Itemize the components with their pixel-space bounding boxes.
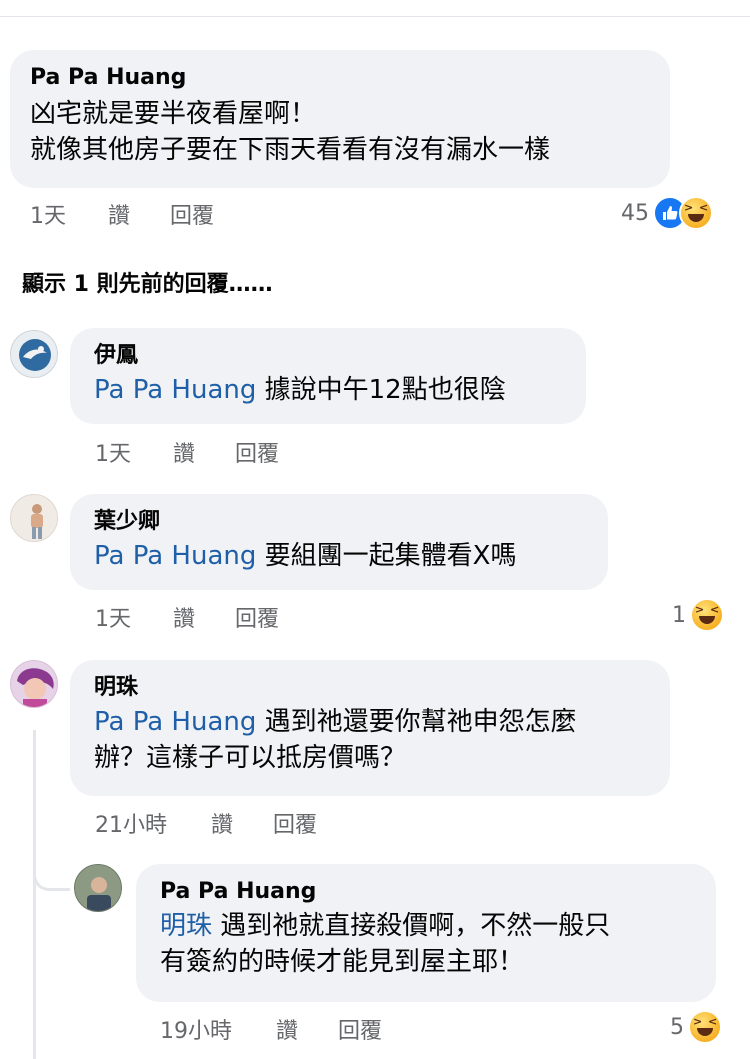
avatar[interactable] (10, 330, 58, 378)
thread-branch-line (33, 860, 70, 891)
reply-text-line-2: 有簽約的時候才能見到屋主耶！ (160, 947, 525, 977)
reply-button[interactable]: 回覆 (170, 198, 214, 230)
reply-bubble: 伊鳳 Pa Pa Huang 據說中午12點也很陰 (70, 328, 586, 424)
reply-text-line-1: 明珠 遇到祂就直接殺價啊，不然一般只 (160, 908, 692, 944)
reply-text-line-2: 辦？這樣子可以抵房價嗎？ (94, 743, 407, 773)
like-button[interactable]: 讚 (173, 436, 235, 468)
reaction-count: 45 (621, 200, 649, 226)
haha-reaction-icon (690, 598, 724, 632)
reaction-summary[interactable]: 5 (670, 1010, 722, 1044)
reply-text-line-1: Pa Pa Huang 遇到祂還要你幫祂申怨怎麼 (94, 704, 646, 740)
avatar[interactable] (10, 660, 58, 708)
comment-text-line-2: 就像其他房子要在下雨天看看有沒有漏水一樣 (30, 135, 551, 165)
haha-reaction-icon (688, 1010, 722, 1044)
reply-text: Pa Pa Huang 據說中午12點也很陰 (94, 372, 562, 408)
like-button[interactable]: 讚 (211, 807, 273, 839)
avatar[interactable] (10, 494, 58, 542)
reply-button[interactable]: 回覆 (235, 601, 279, 633)
reply-actions: 21小時 讚 回覆 (95, 807, 317, 839)
reply-body: 遇到祂還要你幫祂申怨怎麼 (256, 707, 577, 737)
reaction-summary[interactable]: 1 (672, 598, 724, 632)
avatar[interactable] (74, 864, 122, 912)
top-divider (0, 16, 750, 17)
reply-bubble: 葉少卿 Pa Pa Huang 要組團一起集體看X嗎 (70, 494, 608, 590)
reply-bubble: 明珠 Pa Pa Huang 遇到祂還要你幫祂申怨怎麼 辦？這樣子可以抵房價嗎？ (70, 660, 670, 796)
haha-reaction-icon (679, 196, 713, 230)
show-previous-replies-link[interactable]: 顯示 1 則先前的回覆…… (22, 266, 273, 298)
reaction-count: 5 (670, 1014, 684, 1040)
reply-button[interactable]: 回覆 (235, 436, 279, 468)
reply-timestamp[interactable]: 19小時 (160, 1013, 276, 1045)
mention-link[interactable]: Pa Pa Huang (94, 541, 256, 571)
reply-actions: 1天 讚 回覆 (95, 436, 279, 468)
reply-timestamp[interactable]: 1天 (95, 601, 173, 633)
mention-link[interactable]: Pa Pa Huang (94, 375, 256, 405)
reaction-summary[interactable]: 45 (621, 196, 713, 230)
reply-author[interactable]: Pa Pa Huang (160, 878, 692, 906)
reply-button[interactable]: 回覆 (338, 1013, 382, 1045)
thread-connector-line (33, 730, 36, 1059)
reply-button[interactable]: 回覆 (273, 807, 317, 839)
comment-bubble: Pa Pa Huang 凶宅就是要半夜看屋啊！ 就像其他房子要在下雨天看看有沒有… (10, 50, 670, 188)
reply-author[interactable]: 明珠 (94, 674, 646, 702)
reply-timestamp[interactable]: 21小時 (95, 807, 211, 839)
reply-body: 遇到祂就直接殺價啊，不然一般只 (212, 911, 611, 941)
reply-actions: 19小時 讚 回覆 (160, 1013, 382, 1045)
reply-actions: 1天 讚 回覆 (95, 601, 279, 633)
like-button[interactable]: 讚 (173, 601, 235, 633)
reply-body: 要組團一起集體看X嗎 (256, 541, 517, 571)
mention-link[interactable]: Pa Pa Huang (94, 707, 256, 737)
like-button[interactable]: 讚 (108, 198, 170, 230)
comment-text-line-1: 凶宅就是要半夜看屋啊！ (30, 99, 317, 129)
reply-body: 據說中午12點也很陰 (256, 375, 506, 405)
comment-timestamp[interactable]: 1天 (30, 198, 108, 230)
like-button[interactable]: 讚 (276, 1013, 338, 1045)
reply-text: Pa Pa Huang 要組團一起集體看X嗎 (94, 538, 584, 574)
reaction-count: 1 (672, 602, 686, 628)
mention-link[interactable]: 明珠 (160, 911, 212, 941)
reply-bubble: Pa Pa Huang 明珠 遇到祂就直接殺價啊，不然一般只 有簽約的時候才能見… (136, 864, 716, 1002)
reply-timestamp[interactable]: 1天 (95, 436, 173, 468)
reply-author[interactable]: 葉少卿 (94, 508, 584, 536)
comment-actions: 1天 讚 回覆 (30, 198, 214, 230)
comment-author[interactable]: Pa Pa Huang (30, 64, 650, 92)
reply-author[interactable]: 伊鳳 (94, 342, 562, 370)
